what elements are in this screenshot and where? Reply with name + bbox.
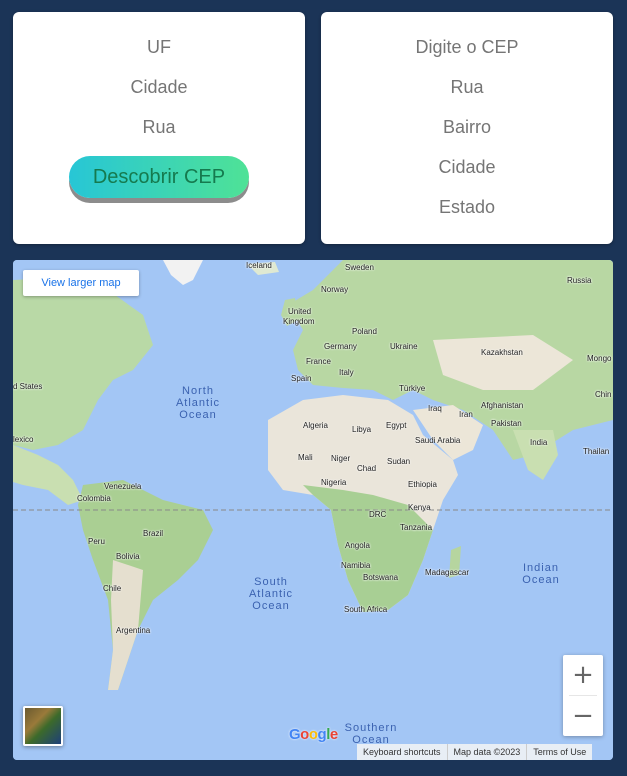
label-norway: Norway <box>321 285 349 294</box>
label-sudan: Sudan <box>387 457 411 466</box>
google-logo: Google <box>289 726 338 743</box>
label-bolivia: Bolivia <box>116 552 140 561</box>
address-lookup-card: Descobrir CEP <box>13 12 305 244</box>
label-brazil: Brazil <box>143 529 164 538</box>
label-russia: Russia <box>567 276 592 285</box>
label-germany: Germany <box>324 342 357 351</box>
label-poland: Poland <box>352 327 377 336</box>
rua-input[interactable] <box>13 116 305 138</box>
cep-input[interactable] <box>321 36 613 58</box>
label-mongolia: Mongo <box>587 354 612 363</box>
cidade-result-field[interactable] <box>321 156 613 178</box>
bairro-result-field[interactable] <box>321 116 613 138</box>
uf-input[interactable] <box>13 36 305 58</box>
terms-of-use-link[interactable]: Terms of Use <box>526 744 592 760</box>
label-tanzania: Tanzania <box>400 523 433 532</box>
label-thailand: Thailan <box>583 447 610 456</box>
label-argentina: Argentina <box>116 626 151 635</box>
label-italy: Italy <box>339 368 354 377</box>
label-angola: Angola <box>345 541 370 550</box>
google-logo-letter: e <box>329 726 338 743</box>
cidade-input[interactable] <box>13 76 305 98</box>
label-sweden: Sweden <box>345 263 374 272</box>
label-nigeria: Nigeria <box>321 478 347 487</box>
cep-lookup-card <box>321 12 613 244</box>
label-drc: DRC <box>369 510 387 519</box>
label-libya: Libya <box>352 425 372 434</box>
label-mali: Mali <box>298 453 313 462</box>
label-botswana: Botswana <box>363 573 399 582</box>
zoom-out-button[interactable]: − <box>563 696 603 736</box>
label-venezuela: Venezuela <box>104 482 142 491</box>
label-colombia: Colombia <box>77 494 111 503</box>
label-south-africa: South Africa <box>344 605 388 614</box>
label-south-atlantic-ocean: South Atlantic Ocean <box>248 576 294 612</box>
label-france: France <box>306 357 331 366</box>
zoom-in-button[interactable]: + <box>563 655 603 695</box>
label-turkiye: Türkiye <box>399 384 426 393</box>
label-iceland: Iceland <box>246 261 272 270</box>
label-afghanistan: Afghanistan <box>481 401 524 410</box>
label-mexico: lexico <box>13 435 34 444</box>
label-uk-line1: United <box>288 307 312 316</box>
label-indian-ocean: Indian Ocean <box>522 562 560 586</box>
label-uk-line2: Kingdom <box>283 317 315 326</box>
label-spain: Spain <box>291 374 312 383</box>
label-southern-ocean: Southern Ocean <box>344 722 398 746</box>
descobrir-cep-button[interactable]: Descobrir CEP <box>69 156 249 198</box>
label-india: India <box>530 438 548 447</box>
google-logo-letter: g <box>317 726 327 743</box>
label-saudi-arabia: Saudi Arabia <box>415 436 461 445</box>
label-north-atlantic-ocean: North Atlantic Ocean <box>175 385 221 421</box>
label-madagascar: Madagascar <box>425 568 470 577</box>
estado-result-field[interactable] <box>321 196 613 218</box>
zoom-control: + − <box>563 655 603 736</box>
label-ethiopia: Ethiopia <box>408 480 437 489</box>
map-data-label: Map data ©2023 <box>446 744 527 760</box>
keyboard-shortcuts-link[interactable]: Keyboard shortcuts <box>357 744 447 760</box>
label-niger: Niger <box>331 454 351 463</box>
view-larger-map-link[interactable]: View larger map <box>23 270 139 296</box>
label-ukraine: Ukraine <box>390 342 418 351</box>
label-algeria: Algeria <box>303 421 328 430</box>
label-iran: Iran <box>459 410 473 419</box>
satellite-layer-toggle[interactable] <box>23 706 63 746</box>
google-logo-letter: o <box>308 726 318 743</box>
label-peru: Peru <box>88 537 105 546</box>
rua-result-field[interactable] <box>321 76 613 98</box>
label-namibia: Namibia <box>341 561 371 570</box>
google-logo-letter: G <box>289 726 301 743</box>
label-iraq: Iraq <box>428 404 442 413</box>
label-pakistan: Pakistan <box>491 419 522 428</box>
label-united-states: d States <box>13 382 43 391</box>
label-chad: Chad <box>357 464 377 473</box>
embedded-map[interactable]: Iceland Sweden Norway Russia United King… <box>13 260 613 760</box>
map-attribution: Keyboard shortcuts Map data ©2023 Terms … <box>357 744 593 760</box>
label-chile: Chile <box>103 584 122 593</box>
google-logo-letter: o <box>300 726 309 743</box>
label-egypt: Egypt <box>386 421 407 430</box>
label-kazakhstan: Kazakhstan <box>481 348 523 357</box>
label-china: Chin <box>595 390 612 399</box>
map-canvas[interactable] <box>13 260 613 760</box>
label-kenya: Kenya <box>408 503 431 512</box>
